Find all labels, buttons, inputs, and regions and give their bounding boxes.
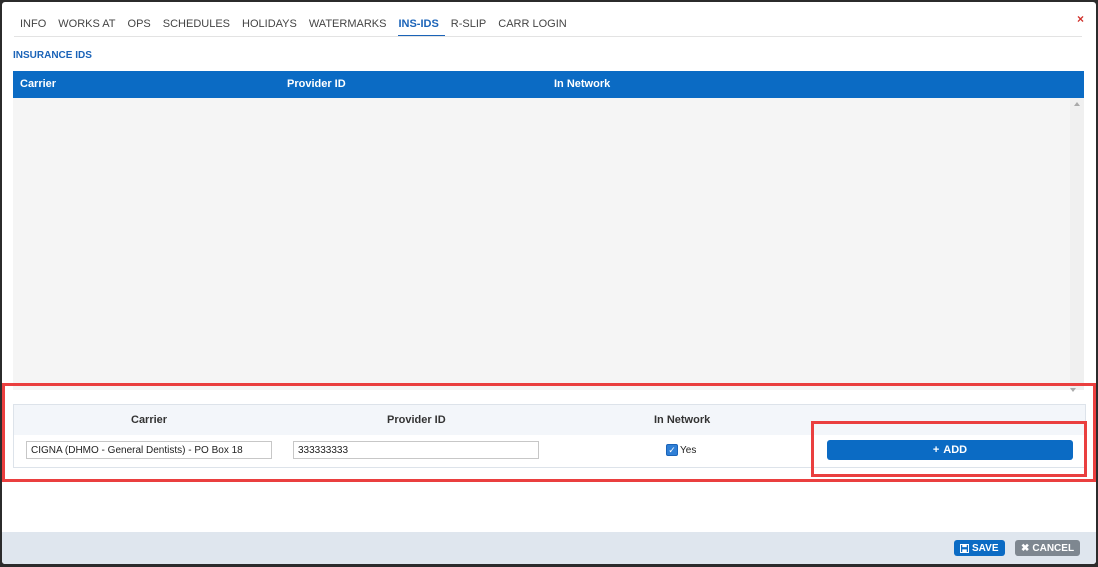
tab-holidays[interactable]: HOLIDAYS [242,17,303,37]
in-network-checkbox[interactable]: ✓ Yes [666,444,696,456]
add-col-provider-id: Provider ID [387,414,446,426]
tab-watermarks[interactable]: WATERMARKS [309,17,393,37]
scroll-down-icon[interactable] [1070,388,1076,392]
tab-ops[interactable]: OPS [128,17,157,37]
ins-ids-dialog: INFO WORKS AT OPS SCHEDULES HOLIDAYS WAT… [2,2,1096,564]
carrier-input[interactable] [26,441,272,459]
cancel-button[interactable]: ✖ CANCEL [1015,540,1081,556]
tab-ins-ids[interactable]: INS-IDS [398,17,445,37]
add-button[interactable]: + ADD [827,440,1073,460]
grid-scrollbar[interactable] [1070,98,1084,390]
checkbox-checked-icon[interactable]: ✓ [666,444,678,456]
close-icon[interactable]: × [1077,12,1084,26]
plus-icon: + [932,444,940,456]
tab-info[interactable]: INFO [20,17,52,37]
save-button[interactable]: SAVE [954,540,1005,556]
grid-header: Carrier Provider ID In Network [13,71,1084,98]
dialog-footer: SAVE ✖ CANCEL [2,532,1096,564]
tab-divider [14,36,1082,37]
add-col-in-network: In Network [654,414,711,426]
add-insurance-form: Carrier Provider ID In Network ✓ Yes + A… [13,404,1086,468]
scroll-up-icon[interactable] [1074,102,1080,106]
add-col-carrier: Carrier [131,414,168,426]
grid-body [13,98,1084,390]
tab-r-slip[interactable]: R-SLIP [451,17,492,37]
tab-works-at[interactable]: WORKS AT [58,17,121,37]
provider-id-input[interactable] [293,441,539,459]
add-button-label: ADD [943,444,968,456]
cancel-label: CANCEL [1032,542,1075,554]
col-in-network[interactable]: In Network [554,78,610,90]
add-form-header: Carrier Provider ID In Network [14,405,1085,435]
col-carrier[interactable]: Carrier [20,78,56,90]
tab-schedules[interactable]: SCHEDULES [163,17,236,37]
floppy-disk-icon [960,543,969,553]
tab-carr-login[interactable]: CARR LOGIN [498,17,572,37]
section-title: INSURANCE IDS [13,50,92,61]
in-network-label: Yes [680,444,697,456]
x-icon: ✖ [1021,542,1030,554]
save-label: SAVE [972,542,999,554]
tab-bar: INFO WORKS AT OPS SCHEDULES HOLIDAYS WAT… [20,17,579,37]
col-provider-id[interactable]: Provider ID [287,78,346,90]
